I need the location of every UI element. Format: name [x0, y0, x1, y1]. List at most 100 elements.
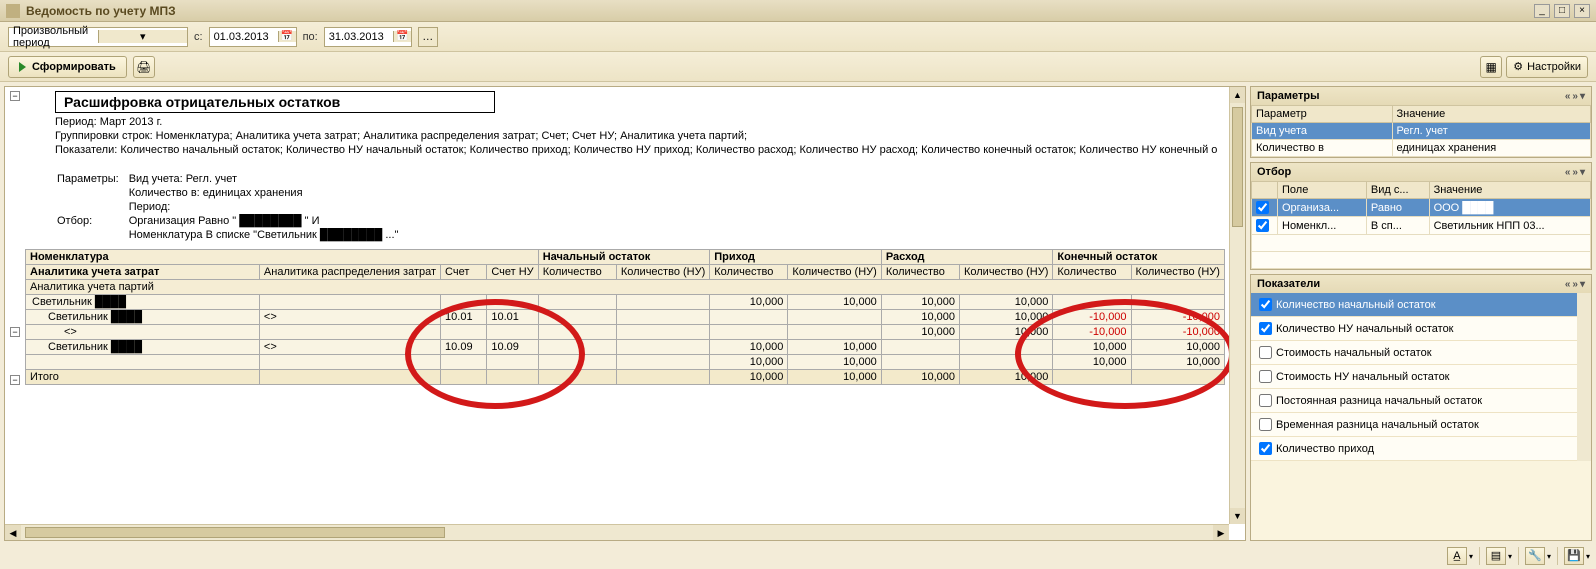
- indicator-item[interactable]: Количество начальный остаток: [1251, 293, 1577, 317]
- period-line: Период: Март 2013 г.: [55, 115, 1225, 129]
- period-picker-button[interactable]: …: [418, 27, 438, 47]
- dropdown-icon[interactable]: ▾: [1469, 552, 1473, 561]
- indicator-item[interactable]: Постоянная разница начальный остаток: [1251, 389, 1577, 413]
- col-header: Аналитика распределения затрат: [259, 265, 440, 280]
- table-row[interactable]: <>10,00010,000-10,000-10,000: [26, 325, 1225, 340]
- panel-menu[interactable]: ▾: [1580, 91, 1585, 102]
- indicator-checkbox[interactable]: [1259, 322, 1272, 335]
- indicators-panel: Показатели «»▾ Количество начальный оста…: [1250, 274, 1592, 541]
- col-group: Расход: [881, 250, 1053, 265]
- table-row[interactable]: Организа...РавноООО ████: [1252, 199, 1591, 217]
- parameters-panel: Параметры «»▾ ПараметрЗначение Вид учета…: [1250, 86, 1592, 158]
- horizontal-scrollbar[interactable]: ◀ ▶: [5, 524, 1229, 540]
- col-header: Аналитика учета затрат: [26, 265, 260, 280]
- main-area: − Расшифровка отрицательных остатков Пер…: [0, 82, 1596, 545]
- date-from[interactable]: 📅: [209, 27, 297, 47]
- col-header: Вид с...: [1366, 182, 1429, 199]
- calendar-icon[interactable]: 📅: [393, 31, 411, 42]
- table-row[interactable]: Номенкл...В сп...Светильник НПП 03...: [1252, 217, 1591, 235]
- period-mode-select[interactable]: Произвольный период ▾: [8, 27, 188, 47]
- indicator-item[interactable]: Стоимость начальный остаток: [1251, 341, 1577, 365]
- panel-menu[interactable]: ▾: [1580, 279, 1585, 290]
- panel-title-label: Показатели: [1257, 278, 1320, 290]
- panel-next[interactable]: »: [1572, 91, 1578, 102]
- indicator-item[interactable]: Количество приход: [1251, 437, 1577, 461]
- filter-label: Отбор:: [57, 215, 127, 227]
- panel-next[interactable]: »: [1572, 167, 1578, 178]
- table-row[interactable]: [1252, 252, 1591, 269]
- indicator-label: Временная разница начальный остаток: [1276, 419, 1479, 431]
- print-button[interactable]: 🖨: [133, 56, 155, 78]
- col-header: Значение: [1429, 182, 1590, 199]
- filter-panel: Отбор «»▾ ПолеВид с...Значение Организа.…: [1250, 162, 1592, 270]
- view-button[interactable]: ▦: [1480, 56, 1502, 78]
- panel-scrollbar[interactable]: [1577, 293, 1591, 461]
- table-row[interactable]: Светильник ████10,00010,00010,00010,000: [26, 295, 1225, 310]
- save-button[interactable]: 💾: [1564, 547, 1584, 565]
- row-checkbox[interactable]: [1256, 219, 1269, 232]
- period-mode-label: Произвольный период: [9, 25, 98, 49]
- col-header: Аналитика учета партий: [26, 280, 1225, 295]
- scrollbar-thumb[interactable]: [1232, 107, 1243, 227]
- indicator-checkbox[interactable]: [1259, 394, 1272, 407]
- row-checkbox[interactable]: [1256, 201, 1269, 214]
- indicator-checkbox[interactable]: [1259, 418, 1272, 431]
- date-from-input[interactable]: [210, 31, 278, 43]
- maximize-button[interactable]: □: [1554, 4, 1570, 18]
- calendar-icon[interactable]: 📅: [278, 31, 296, 42]
- indicator-checkbox[interactable]: [1259, 298, 1272, 311]
- collapse-button[interactable]: −: [10, 91, 20, 101]
- play-icon: [19, 62, 26, 72]
- period-toolbar: Произвольный период ▾ с: 📅 по: 📅 …: [0, 22, 1596, 52]
- window-title: Ведомость по учету МПЗ: [26, 4, 176, 18]
- indicator-checkbox[interactable]: [1259, 442, 1272, 455]
- dropdown-icon[interactable]: ▾: [1586, 552, 1590, 561]
- settings-toggle[interactable]: ⚙ Настройки: [1506, 56, 1588, 78]
- col-header: Параметр: [1252, 106, 1393, 123]
- col-header: Счет: [441, 265, 487, 280]
- report-body: − Расшифровка отрицательных остатков Пер…: [5, 87, 1229, 524]
- col-header: Количество (НУ): [616, 265, 709, 280]
- date-to[interactable]: 📅: [324, 27, 412, 47]
- indicator-checkbox[interactable]: [1259, 346, 1272, 359]
- font-button[interactable]: A̲: [1447, 547, 1467, 565]
- minimize-button[interactable]: _: [1534, 4, 1550, 18]
- col-group: Номенклатура: [26, 250, 539, 265]
- col-header: Количество: [710, 265, 788, 280]
- indicator-label: Стоимость начальный остаток: [1276, 347, 1432, 359]
- scrollbar-thumb[interactable]: [25, 527, 445, 538]
- panel-prev[interactable]: «: [1565, 167, 1571, 178]
- indicator-item[interactable]: Временная разница начальный остаток: [1251, 413, 1577, 437]
- vertical-scrollbar[interactable]: ▲ ▼: [1229, 87, 1245, 524]
- layout-button[interactable]: ▤: [1486, 547, 1506, 565]
- table-row[interactable]: 10,00010,00010,00010,000: [26, 355, 1225, 370]
- table-row[interactable]: Светильник ████<>10.0910.0910,00010,0001…: [26, 340, 1225, 355]
- tools-button[interactable]: 🔧: [1525, 547, 1545, 565]
- panel-prev[interactable]: «: [1565, 91, 1571, 102]
- table-row[interactable]: Вид учетаРегл. учет: [1252, 123, 1591, 140]
- panel-menu[interactable]: ▾: [1580, 167, 1585, 178]
- dropdown-icon[interactable]: ▾: [98, 30, 188, 43]
- dropdown-icon[interactable]: ▾: [1547, 552, 1551, 561]
- table-row[interactable]: [1252, 235, 1591, 252]
- panel-next[interactable]: »: [1572, 279, 1578, 290]
- panel-prev[interactable]: «: [1565, 279, 1571, 290]
- dropdown-icon[interactable]: ▾: [1508, 552, 1512, 561]
- col-header: Количество (НУ): [788, 265, 881, 280]
- col-header: Количество (НУ): [1131, 265, 1224, 280]
- col-group: Приход: [710, 250, 882, 265]
- date-to-input[interactable]: [325, 31, 393, 43]
- table-row[interactable]: Количество вединицах хранения: [1252, 140, 1591, 157]
- indicator-item[interactable]: Количество НУ начальный остаток: [1251, 317, 1577, 341]
- indicator-checkbox[interactable]: [1259, 370, 1272, 383]
- title-bar: Ведомость по учету МПЗ _ □ ×: [0, 0, 1596, 22]
- filter-row: Номенклатура В списке "Светильник ██████…: [129, 229, 407, 241]
- collapse-button[interactable]: −: [10, 327, 20, 337]
- indicator-item[interactable]: Стоимость НУ начальный остаток: [1251, 365, 1577, 389]
- generate-button[interactable]: Сформировать: [8, 56, 127, 78]
- col-header: Счет НУ: [487, 265, 538, 280]
- close-button[interactable]: ×: [1574, 4, 1590, 18]
- collapse-button[interactable]: −: [10, 375, 20, 385]
- table-row[interactable]: Светильник ████<>10.0110.0110,00010,000-…: [26, 310, 1225, 325]
- total-row: Итого10,00010,00010,00010,000: [26, 370, 1225, 385]
